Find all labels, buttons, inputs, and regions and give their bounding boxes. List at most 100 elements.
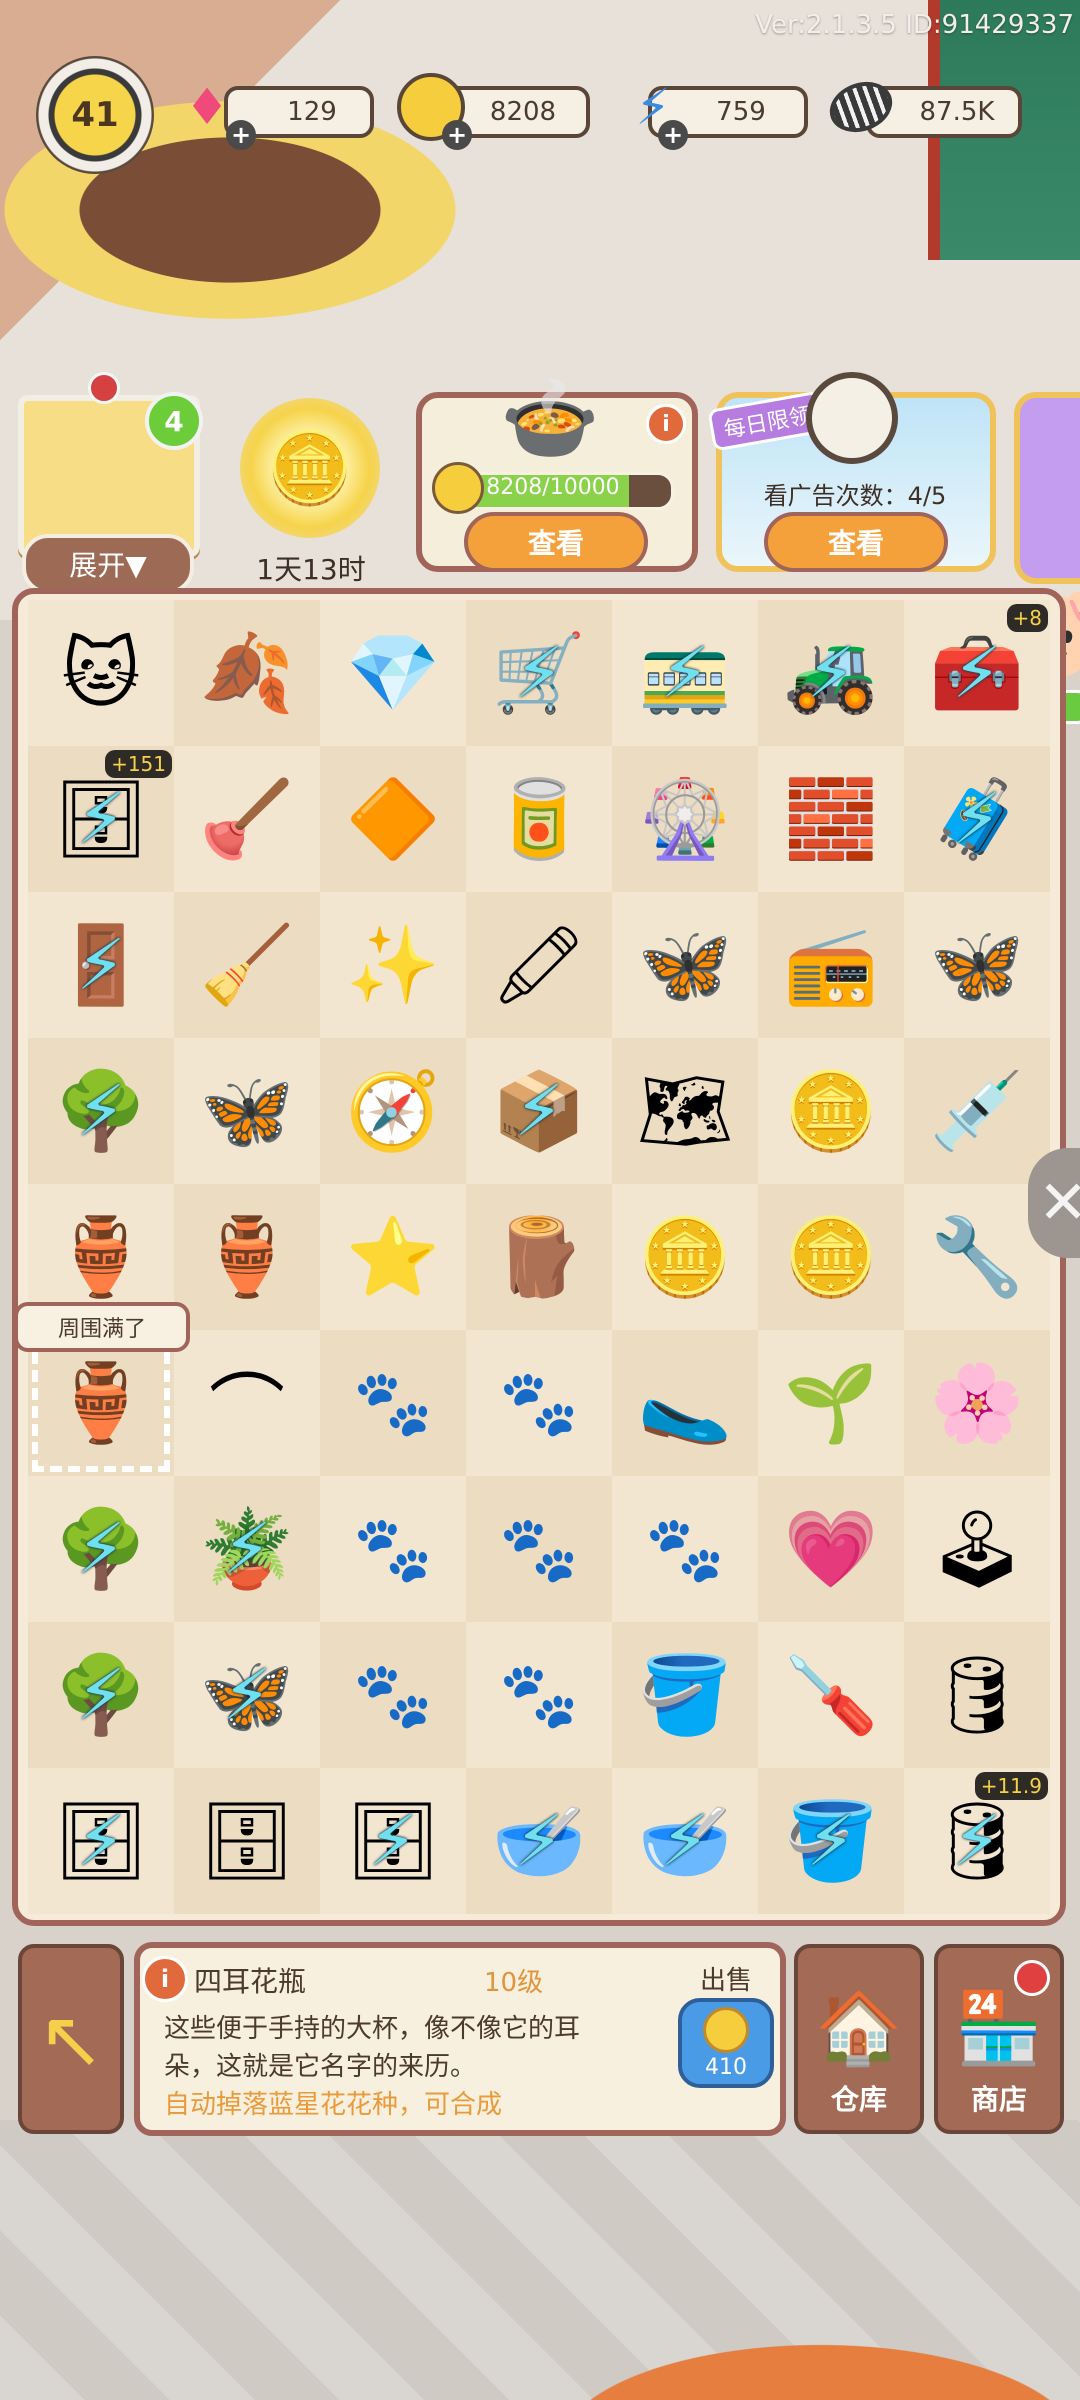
- shop-button[interactable]: 🏪 商店: [934, 1944, 1064, 2134]
- board-cell[interactable]: 🦋: [612, 892, 758, 1038]
- purple-event-card[interactable]: [1014, 392, 1080, 584]
- warehouse-button[interactable]: 🏠 仓库: [794, 1944, 924, 2134]
- board-cell[interactable]: 🪛: [758, 1622, 904, 1768]
- expand-button[interactable]: 展开▼: [22, 534, 194, 594]
- board-cell[interactable]: 📦 ⚡: [466, 1038, 612, 1184]
- board-cell[interactable]: 🧱: [758, 746, 904, 892]
- four-ear-vase-icon: 🏺: [53, 1358, 149, 1447]
- energy-bolt-icon: ⚡: [76, 1508, 126, 1590]
- board-cell[interactable]: 🖍: [466, 892, 612, 1038]
- ad-view-button[interactable]: 查看: [764, 512, 948, 572]
- blue-star-icon: ⭐: [345, 1212, 441, 1301]
- board-cell[interactable]: 🧭: [320, 1038, 466, 1184]
- board-cell[interactable]: 📻: [758, 892, 904, 1038]
- board-cell[interactable]: 🪠: [174, 746, 320, 892]
- hotpot-view-button[interactable]: 查看: [464, 512, 648, 572]
- board-cell[interactable]: 🪵: [466, 1184, 612, 1330]
- board-cell[interactable]: 🚃 ⚡: [612, 600, 758, 746]
- board-cell[interactable]: 🪣: [612, 1622, 758, 1768]
- board-cell[interactable]: 🔶: [320, 746, 466, 892]
- board-cell[interactable]: 🛒 ⚡: [466, 600, 612, 746]
- bonus-tag: +151: [105, 750, 172, 778]
- bonus-tag: +11.9: [974, 1772, 1048, 1800]
- energy-bolt-icon: ⚡: [660, 1800, 710, 1882]
- energy-bolt-icon: ⚡: [952, 778, 1002, 860]
- empty-cell[interactable]: 🐾: [320, 1330, 466, 1476]
- board-cell[interactable]: 🌸: [904, 1330, 1050, 1476]
- board-cell[interactable]: 🍂: [174, 600, 320, 746]
- pinwheel-icon: 🎡: [637, 774, 733, 863]
- board-cell[interactable]: 🪴 ⚡: [174, 1476, 320, 1622]
- board-cell[interactable]: 🧰 ⚡ +8: [904, 600, 1050, 746]
- board-cell[interactable]: 🗄 ⚡: [28, 1768, 174, 1914]
- board-cell[interactable]: 💗: [758, 1476, 904, 1622]
- board-cell[interactable]: 🥫: [466, 746, 612, 892]
- empty-cell[interactable]: 🐾: [320, 1622, 466, 1768]
- board-cell[interactable]: 🚜 ⚡: [758, 600, 904, 746]
- board-cell[interactable]: 🛢: [904, 1622, 1050, 1768]
- board-cell[interactable]: 🛢 ⚡ +11.9: [904, 1768, 1050, 1914]
- orange-radio-icon: 📻: [783, 920, 879, 1009]
- board-cell[interactable]: 🗄 ⚡: [320, 1768, 466, 1914]
- board-cell[interactable]: 🏺: [174, 1184, 320, 1330]
- hotpot-info-icon[interactable]: i: [646, 404, 686, 444]
- orange-shards-icon: 🍂: [199, 628, 295, 717]
- gem-plus-icon[interactable]: +: [226, 120, 256, 150]
- pink-crystals-icon: 💗: [783, 1504, 879, 1593]
- board-cell[interactable]: 🥣 ⚡: [612, 1768, 758, 1914]
- green-slippers-icon: 🥿: [637, 1358, 733, 1447]
- board-cell[interactable]: ⌒: [174, 1330, 320, 1476]
- item-info-icon[interactable]: i: [142, 1956, 188, 2002]
- board-cell[interactable]: 🌳 ⚡: [28, 1476, 174, 1622]
- sell-button[interactable]: 410: [678, 1998, 774, 2088]
- sprout-pot-icon: 🌱: [783, 1358, 879, 1447]
- board-cell[interactable]: ✨: [320, 892, 466, 1038]
- empty-cell[interactable]: 🐾: [466, 1330, 612, 1476]
- energy-plus-icon[interactable]: +: [658, 120, 688, 150]
- board-cell[interactable]: 🪙: [612, 1184, 758, 1330]
- board-cell[interactable]: 🗄: [174, 1768, 320, 1914]
- board-cell[interactable]: 🌳 ⚡: [28, 1622, 174, 1768]
- board-cell[interactable]: 🦋: [904, 892, 1050, 1038]
- board-cell[interactable]: 🌳 ⚡: [28, 1038, 174, 1184]
- board-cell[interactable]: 🦋 ⚡: [174, 1622, 320, 1768]
- black-cat-icon: 🐱: [61, 628, 141, 718]
- board-cell[interactable]: 🪙: [758, 1038, 904, 1184]
- board-cell[interactable]: 🪣 ⚡: [758, 1768, 904, 1914]
- board-cell[interactable]: 🥣 ⚡: [466, 1768, 612, 1914]
- board-cell[interactable]: 🌱: [758, 1330, 904, 1476]
- shop-icon: 🏪: [955, 1987, 1043, 2069]
- empty-cell[interactable]: 🐾: [612, 1476, 758, 1622]
- board-cell[interactable]: 🎡: [612, 746, 758, 892]
- energy-bolt-icon: ⚡: [76, 778, 126, 860]
- empty-cell[interactable]: 🐾: [320, 1476, 466, 1622]
- board-cell[interactable]: 🚪 ⚡: [28, 892, 174, 1038]
- back-button[interactable]: ↖: [18, 1944, 124, 2134]
- board-cell[interactable]: 🦋: [174, 1038, 320, 1184]
- board-cell[interactable]: 🐱: [28, 600, 174, 746]
- board-cell[interactable]: 🧳 ⚡: [904, 746, 1050, 892]
- board-cell[interactable]: 🥿: [612, 1330, 758, 1476]
- energy-bolt-icon: ⚡: [76, 924, 126, 1006]
- board-cell[interactable]: 🪙: [758, 1184, 904, 1330]
- empty-cell[interactable]: 🐾: [466, 1476, 612, 1622]
- warehouse-icon: 🏠: [815, 1987, 903, 2069]
- board-cell[interactable]: 💎: [320, 600, 466, 746]
- board-cell[interactable]: 🗄 ⚡ +151: [28, 746, 174, 892]
- background-floor: [0, 2120, 1080, 2400]
- pink-plunger-icon: 🪠: [199, 774, 295, 863]
- player-level-badge[interactable]: 41: [36, 56, 154, 174]
- board-cell[interactable]: 🕹: [904, 1476, 1050, 1622]
- coin-bubble[interactable]: 🪙: [240, 398, 380, 538]
- squeegee-icon: 🧹: [199, 920, 295, 1009]
- board-cell[interactable]: 🧹: [174, 892, 320, 1038]
- close-icon[interactable]: ✕: [1028, 1148, 1080, 1258]
- coin-plus-icon[interactable]: +: [442, 120, 472, 150]
- board-cell[interactable]: ⭐: [320, 1184, 466, 1330]
- empty-cell[interactable]: 🐾: [466, 1622, 612, 1768]
- board-cell[interactable]: 💉: [904, 1038, 1050, 1184]
- ad-count-text: 看广告次数：4/5: [763, 482, 947, 510]
- board-cell[interactable]: 🗺: [612, 1038, 758, 1184]
- paw-print-icon: 🐾: [499, 1512, 579, 1587]
- coin-count: 8208: [489, 97, 557, 127]
